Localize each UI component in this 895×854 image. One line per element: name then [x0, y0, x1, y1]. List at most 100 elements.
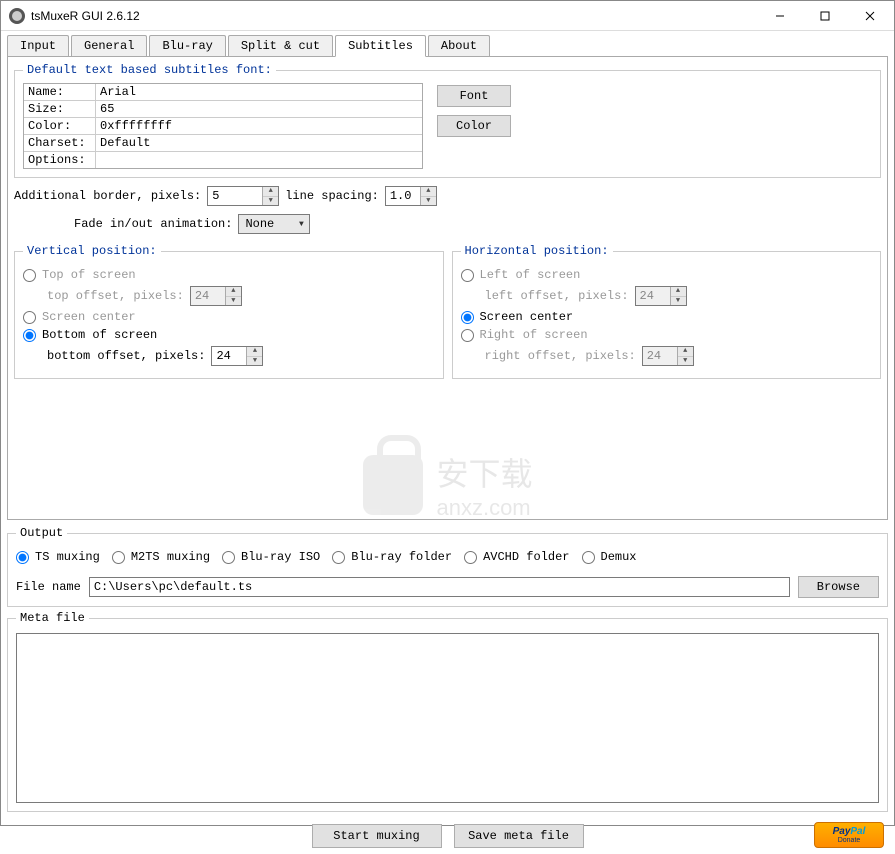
- spinner-down-icon: ▼: [678, 357, 693, 366]
- fade-value: None: [239, 217, 293, 231]
- horizontal-position-group: Horizontal position: Left of screen left…: [452, 244, 882, 379]
- mode-ts-radio[interactable]: [16, 551, 29, 564]
- spinner-up-icon[interactable]: ▲: [247, 347, 262, 357]
- additional-border-input[interactable]: [208, 187, 262, 205]
- font-groupbox: Default text based subtitles font: Name:…: [14, 63, 881, 178]
- horizontal-legend: Horizontal position:: [461, 244, 613, 258]
- additional-border-label: Additional border, pixels:: [14, 189, 201, 203]
- right-offset-input: [643, 347, 677, 365]
- top-offset-spinner: ▲▼: [190, 286, 242, 306]
- tab-split-cut[interactable]: Split & cut: [228, 35, 333, 57]
- start-muxing-button[interactable]: Start muxing: [312, 824, 442, 848]
- mode-bdfolder-label: Blu-ray folder: [351, 550, 452, 564]
- hpos-center-label: Screen center: [480, 310, 574, 324]
- spinner-down-icon[interactable]: ▼: [247, 357, 262, 366]
- file-name-label: File name: [16, 580, 81, 594]
- mode-m2ts-radio[interactable]: [112, 551, 125, 564]
- mode-iso-radio[interactable]: [222, 551, 235, 564]
- mode-ts-label: TS muxing: [35, 550, 100, 564]
- vpos-top-radio[interactable]: [23, 269, 36, 282]
- output-legend: Output: [16, 526, 67, 540]
- spinner-up-icon: ▲: [226, 287, 241, 297]
- vertical-legend: Vertical position:: [23, 244, 161, 258]
- line-spacing-spinner[interactable]: ▲▼: [385, 186, 437, 206]
- file-name-input[interactable]: [89, 577, 790, 597]
- window-title: tsMuxeR GUI 2.6.12: [31, 9, 757, 23]
- meta-groupbox: Meta file: [7, 611, 888, 812]
- additional-border-spinner[interactable]: ▲▼: [207, 186, 279, 206]
- spinner-down-icon: ▼: [226, 297, 241, 306]
- save-meta-button[interactable]: Save meta file: [454, 824, 584, 848]
- vpos-bottom-radio[interactable]: [23, 329, 36, 342]
- vpos-center-label: Screen center: [42, 310, 136, 324]
- font-charset-key: Charset:: [24, 135, 96, 151]
- line-spacing-input[interactable]: [386, 187, 420, 205]
- spinner-up-icon: ▲: [678, 347, 693, 357]
- meta-textarea[interactable]: [16, 633, 879, 803]
- hpos-center-radio[interactable]: [461, 311, 474, 324]
- font-size-val: 65: [96, 101, 422, 117]
- vpos-bottom-label: Bottom of screen: [42, 328, 157, 342]
- output-groupbox: Output TS muxing M2TS muxing Blu-ray ISO…: [7, 526, 888, 607]
- left-offset-spinner: ▲▼: [635, 286, 687, 306]
- top-offset-input: [191, 287, 225, 305]
- mode-avchd-radio[interactable]: [464, 551, 477, 564]
- lock-icon: [362, 455, 422, 515]
- minimize-button[interactable]: [757, 2, 802, 30]
- tab-bar: Input General Blu-ray Split & cut Subtit…: [1, 31, 894, 56]
- bottom-bar: Start muxing Save meta file PayPal Donat…: [1, 818, 894, 854]
- right-offset-spinner: ▲▼: [642, 346, 694, 366]
- hpos-right-radio[interactable]: [461, 329, 474, 342]
- font-name-val: Arial: [96, 84, 422, 100]
- tab-subtitles[interactable]: Subtitles: [335, 35, 426, 57]
- font-button[interactable]: Font: [437, 85, 511, 107]
- bottom-offset-input[interactable]: [212, 347, 246, 365]
- bottom-offset-label: bottom offset, pixels:: [47, 349, 205, 363]
- font-color-val: 0xffffffff: [96, 118, 422, 134]
- font-color-key: Color:: [24, 118, 96, 134]
- mode-avchd-label: AVCHD folder: [483, 550, 569, 564]
- tab-general[interactable]: General: [71, 35, 147, 57]
- bottom-offset-spinner[interactable]: ▲▼: [211, 346, 263, 366]
- font-options-val: [96, 152, 422, 168]
- maximize-button[interactable]: [802, 2, 847, 30]
- app-icon: [9, 8, 25, 24]
- fade-label: Fade in/out animation:: [74, 217, 232, 231]
- spinner-up-icon[interactable]: ▲: [421, 187, 436, 197]
- tab-about[interactable]: About: [428, 35, 490, 57]
- hpos-right-label: Right of screen: [480, 328, 588, 342]
- top-offset-label: top offset, pixels:: [47, 289, 184, 303]
- spinner-down-icon: ▼: [671, 297, 686, 306]
- mode-demux-radio[interactable]: [582, 551, 595, 564]
- mode-demux-label: Demux: [601, 550, 637, 564]
- mode-bdfolder-radio[interactable]: [332, 551, 345, 564]
- title-bar: tsMuxeR GUI 2.6.12: [1, 1, 894, 31]
- hpos-left-label: Left of screen: [480, 268, 581, 282]
- hpos-left-radio[interactable]: [461, 269, 474, 282]
- tab-bluray[interactable]: Blu-ray: [149, 35, 225, 57]
- line-spacing-label: line spacing:: [285, 189, 379, 203]
- spinner-up-icon[interactable]: ▲: [263, 187, 278, 197]
- spinner-up-icon: ▲: [671, 287, 686, 297]
- color-button[interactable]: Color: [437, 115, 511, 137]
- font-group-legend: Default text based subtitles font:: [23, 63, 276, 77]
- tab-content-subtitles: Default text based subtitles font: Name:…: [7, 56, 888, 520]
- fade-combobox[interactable]: None ▼: [238, 214, 310, 234]
- mode-iso-label: Blu-ray ISO: [241, 550, 320, 564]
- vpos-center-radio[interactable]: [23, 311, 36, 324]
- vertical-position-group: Vertical position: Top of screen top off…: [14, 244, 444, 379]
- left-offset-label: left offset, pixels:: [485, 289, 629, 303]
- font-properties-table: Name:Arial Size:65 Color:0xffffffff Char…: [23, 83, 423, 169]
- spinner-down-icon[interactable]: ▼: [263, 197, 278, 206]
- font-options-key: Options:: [24, 152, 96, 168]
- spinner-down-icon[interactable]: ▼: [421, 197, 436, 206]
- watermark-text-1: 安下载: [436, 449, 532, 495]
- chevron-down-icon: ▼: [293, 220, 309, 229]
- tab-input[interactable]: Input: [7, 35, 69, 57]
- browse-button[interactable]: Browse: [798, 576, 879, 598]
- close-button[interactable]: [847, 2, 892, 30]
- left-offset-input: [636, 287, 670, 305]
- watermark-text-2: anxz.com: [436, 495, 532, 521]
- paypal-donate-label: Donate: [838, 837, 861, 844]
- watermark: 安下载 anxz.com: [362, 449, 532, 521]
